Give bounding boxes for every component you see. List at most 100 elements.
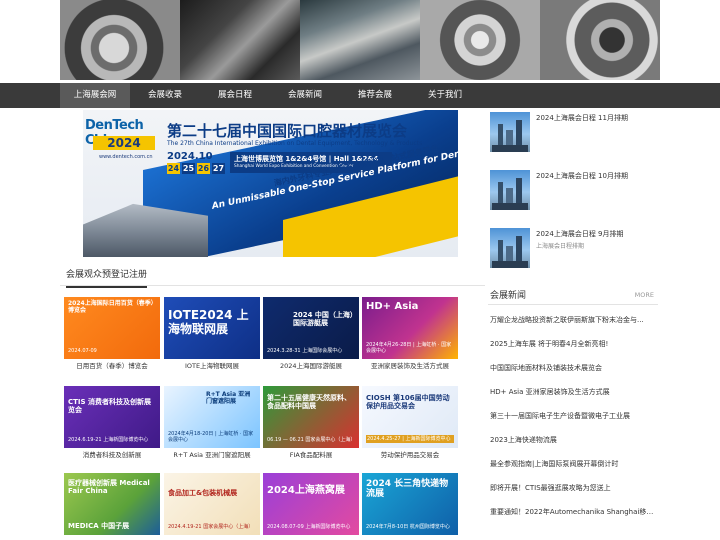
expo-thumb-title: HD+ Asia	[366, 301, 419, 312]
schedule-title[interactable]: 2024上海展会日程 10月排期	[536, 171, 628, 181]
expo-thumbnail[interactable]: CTIS 消费者科技及创新展览会 2024.6.19-21 上海新国际博览中心	[64, 386, 160, 448]
hero-day: 24	[167, 163, 180, 174]
banner-wheel-hub-image	[540, 0, 660, 80]
top-banner	[60, 0, 660, 80]
expo-thumb-sub: 2024.3.28-31 上海国际会展中心	[267, 348, 343, 354]
schedule-subtitle: 上海展会日程排期	[536, 243, 585, 250]
skyline-shape	[492, 203, 528, 210]
schedule-thumbnail[interactable]	[490, 170, 530, 210]
expo-thumb-title: IOTE2024 上海物联网展	[168, 308, 249, 336]
expo-thumbnail[interactable]: 食品加工&包装机械展 2024.4.19-21 国家会展中心（上海）	[164, 473, 260, 535]
main-nav: 上海展会网 会展收录 展会日程 会展新闻 推荐会展 关于我们	[0, 83, 720, 108]
schedule-title[interactable]: 2024上海展会日程 9月排期	[536, 229, 624, 239]
banner-engine-image	[300, 0, 420, 80]
expo-thumb-sub: 06.19 — 06.21 国家会展中心（上海）	[267, 437, 356, 443]
hero-day: 25	[182, 163, 195, 174]
expo-thumb-title: 2024上海燕窝展	[267, 485, 345, 496]
banner-car-interior-image	[60, 0, 180, 80]
schedule-item[interactable]: 2024上海展会日程 11月排期	[488, 108, 658, 158]
expo-card[interactable]: 2024上海燕窝展 2024.08.07-09 上海新国际博览中心	[263, 473, 359, 535]
expo-thumb-title: 食品加工&包装机械展	[168, 489, 238, 497]
expo-card[interactable]: 食品加工&包装机械展 2024.4.19-21 国家会展中心（上海）	[164, 473, 260, 535]
expo-label[interactable]: 劳动保护用品交易会	[362, 448, 458, 462]
news-heading: 会展新闻 MORE	[488, 283, 658, 305]
news-item[interactable]: 第三十一届国际电子生产设备暨微电子工业展	[490, 406, 658, 426]
schedule-item[interactable]: 2024上海展会日程 9月排期 上海展会日程排期	[488, 224, 658, 274]
expo-card[interactable]: HD+ Asia 2024年4月26-28日 | 上海虹桥 · 国家会展中心 亚…	[362, 297, 458, 373]
schedule-thumbnail[interactable]	[490, 228, 530, 268]
expo-label[interactable]: 日用百货（春季）博览会	[64, 359, 160, 373]
hero-title: 第二十七届中国国际口腔器材展览会	[167, 122, 408, 140]
expo-card[interactable]: IOTE2024 上海物联网展 IOTE上海物联网展	[164, 297, 260, 373]
expo-card[interactable]: CIOSH 第106届中国劳动保护用品交易会 2024.4.25-27 | 上海…	[362, 386, 458, 462]
nav-item-recommended[interactable]: 推荐会展	[340, 83, 410, 108]
section-heading: 会展观众预登记注册	[60, 262, 485, 288]
nav-item-about[interactable]: 关于我们	[410, 83, 480, 108]
expo-label[interactable]: IOTE上海物联网展	[164, 359, 260, 373]
hero-days: 24 25 26 27	[167, 163, 225, 174]
hero-day: 27	[212, 163, 225, 174]
expo-thumb-title: CTIS 消费者科技及创新展览会	[68, 398, 151, 415]
expo-label[interactable]: 消费者科技及创新展	[64, 448, 160, 462]
news-item[interactable]: 即将开展！CTIS最强逛展攻略为您送上	[490, 478, 658, 498]
news-more-link[interactable]: MORE	[635, 291, 654, 299]
nav-item-collection[interactable]: 会展收录	[130, 83, 200, 108]
expo-thumbnail[interactable]: 2024 中国（上海）国际游艇展 2024.3.28-31 上海国际会展中心	[263, 297, 359, 359]
hero-day: 26	[197, 163, 210, 174]
schedule-thumbnail[interactable]	[490, 112, 530, 152]
logo-url: www.dentech.com.cn	[99, 154, 153, 160]
hero-subtitle: The 27th China International Exhibition …	[167, 140, 423, 147]
expo-card[interactable]: 2024上海国际日用百货（春季）博览会 2024.07-09 日用百货（春季）博…	[64, 297, 160, 373]
expo-thumb-title: 2024 长三角快递物流展	[366, 479, 449, 500]
news-item[interactable]: 2025上海车展 将于明春4月全新亮相!	[490, 334, 658, 354]
expo-thumbnail[interactable]: 2024上海燕窝展 2024.08.07-09 上海新国际博览中心	[263, 473, 359, 535]
expo-card[interactable]: 第二十五届健康天然原料、食品配料中国展 06.19 — 06.21 国家会展中心…	[263, 386, 359, 462]
expo-card[interactable]: 医疗器械创新展 Medical Fair China MEDICA 中国子展	[64, 473, 160, 535]
hero-ad-banner[interactable]: DenTech China 2024 www.dentech.com.cn 第二…	[83, 110, 458, 257]
expo-label[interactable]: 2024上海国际游艇展	[263, 359, 359, 373]
expo-thumb-sub: 2024.6.19-21 上海新国际博览中心	[68, 437, 149, 443]
expo-thumbnail[interactable]: 2024 长三角快递物流展 2024年7月8-10日 杭州国际博览中心	[362, 473, 458, 535]
expo-label[interactable]: R+T Asia 亚洲门窗遮阳展	[164, 448, 260, 462]
expo-thumb-title: 2024 中国（上海）国际游艇展	[293, 311, 354, 328]
expo-card[interactable]: 2024 长三角快递物流展 2024年7月8-10日 杭州国际博览中心	[362, 473, 458, 535]
logo-year: 2024	[93, 136, 155, 150]
news-item[interactable]: 最全参观指南|上海国际泵阀展开幕倒计时	[490, 454, 658, 474]
expo-thumb-sub: 2024年4月26-28日 | 上海虹桥 · 国家会展中心	[366, 342, 452, 354]
page: 上海展会网 会展收录 展会日程 会展新闻 推荐会展 关于我们 DenTech C…	[0, 0, 720, 540]
news-item[interactable]: HD+ Asia 亚洲家居装饰及生活方式展	[490, 382, 658, 402]
skyline-shape	[492, 261, 528, 268]
expo-thumbnail[interactable]: IOTE2024 上海物联网展	[164, 297, 260, 359]
expo-thumb-sub: 2024.07-09	[68, 348, 97, 354]
expo-thumbnail[interactable]: 第二十五届健康天然原料、食品配料中国展 06.19 — 06.21 国家会展中心…	[263, 386, 359, 448]
expo-thumb-title: 第二十五届健康天然原料、食品配料中国展	[267, 394, 351, 411]
section-title: 会展观众预登记注册	[66, 267, 148, 288]
schedule-item[interactable]: 2024上海展会日程 10月排期	[488, 166, 658, 216]
expo-thumbnail[interactable]: 2024上海国际日用百货（春季）博览会 2024.07-09	[64, 297, 160, 359]
expo-label[interactable]: FIA食品配料展	[263, 448, 359, 462]
expo-thumb-title: 医疗器械创新展 Medical Fair China	[68, 479, 150, 496]
news-item[interactable]: 中国国际地面材料及铺装技术展览会	[490, 358, 658, 378]
expo-thumb-sub: 2024.08.07-09 上海新国际博览中心	[267, 524, 351, 530]
expo-thumbnail[interactable]: 医疗器械创新展 Medical Fair China MEDICA 中国子展	[64, 473, 160, 535]
expo-thumb-title: 2024上海国际日用百货（春季）博览会	[68, 300, 154, 314]
expo-thumb-sub: 2024年4月18-20日 | 上海虹桥 · 国家会展中心	[168, 431, 254, 443]
nav-item-schedule[interactable]: 展会日程	[200, 83, 270, 108]
news-item[interactable]: 重要通知！2022年Automechanika Shanghai移师...	[490, 502, 658, 522]
schedule-title[interactable]: 2024上海展会日程 11月排期	[536, 113, 628, 123]
expo-card[interactable]: R+T Asia 亚洲门窗遮阳展 2024年4月18-20日 | 上海虹桥 · …	[164, 386, 260, 462]
expo-card[interactable]: CTIS 消费者科技及创新展览会 2024.6.19-21 上海新国际博览中心 …	[64, 386, 160, 462]
nav-item-news[interactable]: 会展新闻	[270, 83, 340, 108]
expo-thumbnail[interactable]: HD+ Asia 2024年4月26-28日 | 上海虹桥 · 国家会展中心	[362, 297, 458, 359]
expo-thumb-sub: 2024.4.19-21 国家会展中心（上海）	[168, 524, 254, 530]
hero-date: 2024.10	[167, 151, 213, 162]
expo-label[interactable]: 亚洲家居装饰及生活方式展	[362, 359, 458, 373]
expo-thumbnail[interactable]: CIOSH 第106届中国劳动保护用品交易会 2024.4.25-27 | 上海…	[362, 386, 458, 448]
news-item[interactable]: 2023上海快递物流展	[490, 430, 658, 450]
expo-card[interactable]: 2024 中国（上海）国际游艇展 2024.3.28-31 上海国际会展中心 2…	[263, 297, 359, 373]
nav-item-home[interactable]: 上海展会网	[60, 83, 130, 108]
expo-thumbnail[interactable]: R+T Asia 亚洲门窗遮阳展 2024年4月18-20日 | 上海虹桥 · …	[164, 386, 260, 448]
banner-turbo-image	[420, 0, 540, 80]
banner-car-parts-image	[180, 0, 300, 80]
news-item[interactable]: 万耀企龙战略投资新之联伊丽斯旗下粉末冶金与...	[490, 310, 658, 330]
